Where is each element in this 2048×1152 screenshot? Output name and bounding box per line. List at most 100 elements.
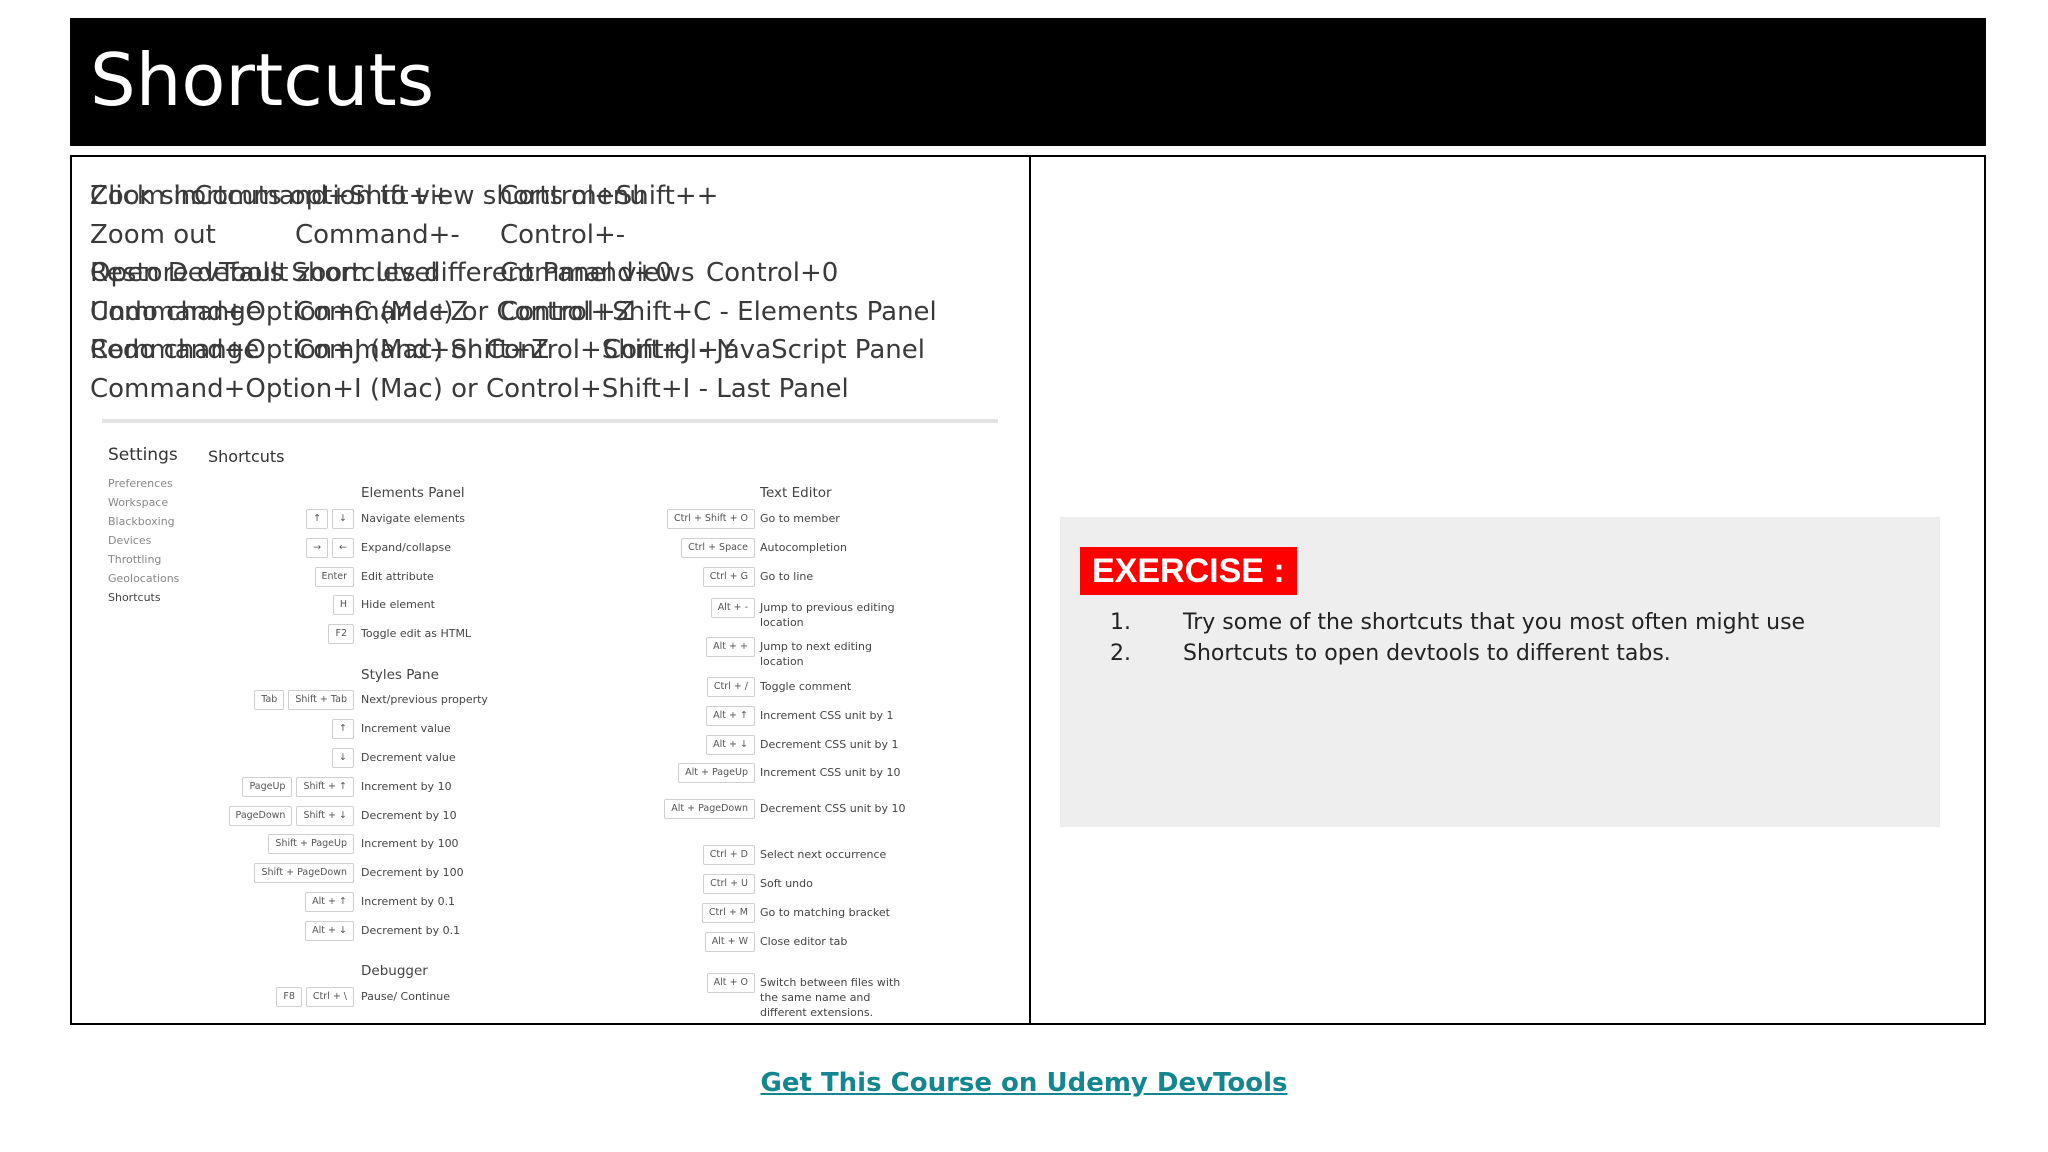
shortcut-description: Go to matching bracket — [760, 906, 890, 919]
shortcut-keys: ↑ ↓ — [306, 509, 354, 529]
shortcut-keys: Alt + ↓ — [706, 735, 755, 755]
title-bar: Shortcuts — [70, 18, 1986, 146]
settings-nav-item[interactable]: Blackboxing — [108, 515, 175, 528]
shortcut-description: Decrement CSS unit by 1 — [760, 738, 899, 751]
shortcut-description: Increment CSS unit by 1 — [760, 709, 894, 722]
key-cap: Ctrl + M — [701, 903, 755, 923]
shortcut-description: Decrement by 10 — [361, 809, 457, 822]
key-cap: Alt + W — [704, 932, 755, 952]
key-cap: Alt + - — [710, 598, 755, 618]
shortcut-description: Toggle comment — [760, 680, 852, 693]
shortcut-keys: Ctrl + G — [702, 567, 755, 587]
shortcut-keys: Ctrl + / — [706, 677, 755, 697]
key-cap: Alt + ↑ — [706, 706, 755, 726]
key-cap: Alt + O — [706, 973, 755, 993]
key-cap: Shift + PageUp — [268, 834, 354, 854]
shortcut-keys: PageDown Shift + ↓ — [228, 806, 354, 826]
key-cap: Shift + ↓ — [296, 806, 354, 826]
key-cap: Alt + PageUp — [678, 763, 755, 783]
key-cap: F2 — [328, 624, 354, 644]
key-cap: Ctrl + Shift + O — [667, 509, 755, 529]
key-cap: ↓ — [332, 748, 354, 768]
shortcut-description: Decrement by 0.1 — [361, 924, 461, 937]
shortcut-keys: Ctrl + Space — [681, 538, 755, 558]
key-cap: Ctrl + Space — [681, 538, 755, 558]
shortcut-description: Soft undo — [760, 877, 813, 890]
exercise-item: 1. Try some of the shortcuts that you mos… — [1110, 607, 1805, 638]
settings-label: Settings — [108, 445, 178, 465]
shortcut-section-title: Text Editor — [760, 485, 832, 501]
shortcut-description: Decrement value — [361, 751, 456, 764]
settings-nav-item[interactable]: Preferences — [108, 477, 173, 490]
shortcut-keys: Alt + ↑ — [706, 706, 755, 726]
shortcut-description: Autocompletion — [760, 541, 847, 554]
zoom-label: Redo change — [90, 335, 260, 365]
key-cap: Alt + ↓ — [706, 735, 755, 755]
key-cap: Ctrl + / — [706, 677, 755, 697]
key-cap: Alt + ↑ — [305, 892, 354, 912]
key-cap: Ctrl + U — [703, 874, 755, 894]
shortcut-keys: Alt + - — [710, 598, 755, 618]
key-cap: ↑ — [306, 509, 329, 529]
shortcut-keys: Shift + PageDown — [254, 863, 354, 883]
zoom-label: Undo change — [90, 296, 262, 327]
key-cap: Shift + ↑ — [296, 777, 354, 797]
key-cap: Tab — [254, 690, 285, 710]
shortcut-description: Increment CSS unit by 10 — [760, 766, 901, 779]
shortcut-section-title: Elements Panel — [361, 485, 465, 501]
shortcut-description: Toggle edit as HTML — [361, 627, 472, 640]
udemy-course-link[interactable]: Get This Course on Udemy DevTools — [0, 1068, 2048, 1098]
shortcut-keys: Alt + ↓ — [305, 921, 354, 941]
zoom-win: Control+- — [500, 219, 626, 250]
left-line: Command+Option+I (Mac) or Control+Shift+… — [90, 373, 849, 404]
screenshot-top-rule — [102, 419, 998, 423]
exercise-list: 1. Try some of the shortcuts that you mos… — [1110, 607, 1805, 669]
exercise-item-number: 2. — [1110, 641, 1131, 666]
shortcut-description: Next/previous property — [361, 693, 488, 706]
key-cap: ↑ — [332, 719, 354, 739]
shortcut-description: Jump to next editing location — [760, 640, 872, 668]
key-cap: PageDown — [228, 806, 293, 826]
key-cap: Shift + PageDown — [254, 863, 354, 883]
zoom-label: Zoom out — [90, 219, 216, 250]
key-cap: PageUp — [242, 777, 293, 797]
settings-nav-item[interactable]: Throttling — [108, 553, 161, 566]
shortcut-description: Navigate elements — [361, 512, 465, 525]
page-title: Shortcuts — [90, 38, 435, 122]
shortcut-keys: F8 Ctrl + \ — [276, 987, 354, 1007]
shortcut-keys: ↑ — [332, 719, 354, 739]
settings-nav-item[interactable]: Geolocations — [108, 572, 179, 585]
settings-nav-item[interactable]: Shortcuts — [108, 591, 161, 604]
shortcut-description: Close editor tab — [760, 935, 848, 948]
key-cap: ← — [332, 538, 354, 558]
shortcut-keys: F2 — [328, 624, 354, 644]
zoom-label: Restore default zoom level — [90, 258, 438, 288]
shortcut-keys: H — [332, 595, 354, 615]
shortcut-keys: Ctrl + M — [701, 903, 755, 923]
shortcut-section-title: Debugger — [361, 963, 428, 979]
shortcut-description: Switch between files with the same name … — [760, 976, 901, 1019]
key-cap: F8 — [276, 987, 302, 1007]
key-cap: Ctrl + D — [702, 845, 755, 865]
shortcut-keys: Enter — [314, 567, 354, 587]
shortcut-keys: PageUp Shift + ↑ — [242, 777, 354, 797]
zoom-mac: Command+Z — [295, 296, 469, 327]
settings-nav-item[interactable]: Workspace — [108, 496, 168, 509]
shortcut-keys: Ctrl + U — [703, 874, 755, 894]
shortcut-description: Pause/ Continue — [361, 990, 451, 1003]
shortcut-keys: Ctrl + Shift + O — [667, 509, 755, 529]
zoom-mac: Command+Shift+Z — [295, 335, 550, 365]
shortcuts-heading: Shortcuts — [208, 447, 285, 466]
zoom-win: Control+Z — [500, 296, 634, 327]
settings-nav-item[interactable]: Devices — [108, 534, 151, 547]
shortcut-description: Expand/collapse — [361, 541, 451, 554]
shortcut-description: Increment value — [361, 722, 451, 735]
key-cap: Ctrl + G — [702, 567, 755, 587]
shortcut-keys: → ← — [306, 538, 354, 558]
key-cap: Alt + ↓ — [305, 921, 354, 941]
exercise-item-text: Try some of the shortcuts that you most … — [1183, 610, 1806, 635]
shortcut-description: Select next occurrence — [760, 848, 887, 861]
shortcut-description: Decrement by 100 — [361, 866, 464, 879]
zoom-win: Control+0 — [706, 258, 839, 288]
exercise-box: EXERCISE : 1. Try some of the shortcuts t… — [1060, 517, 1940, 827]
